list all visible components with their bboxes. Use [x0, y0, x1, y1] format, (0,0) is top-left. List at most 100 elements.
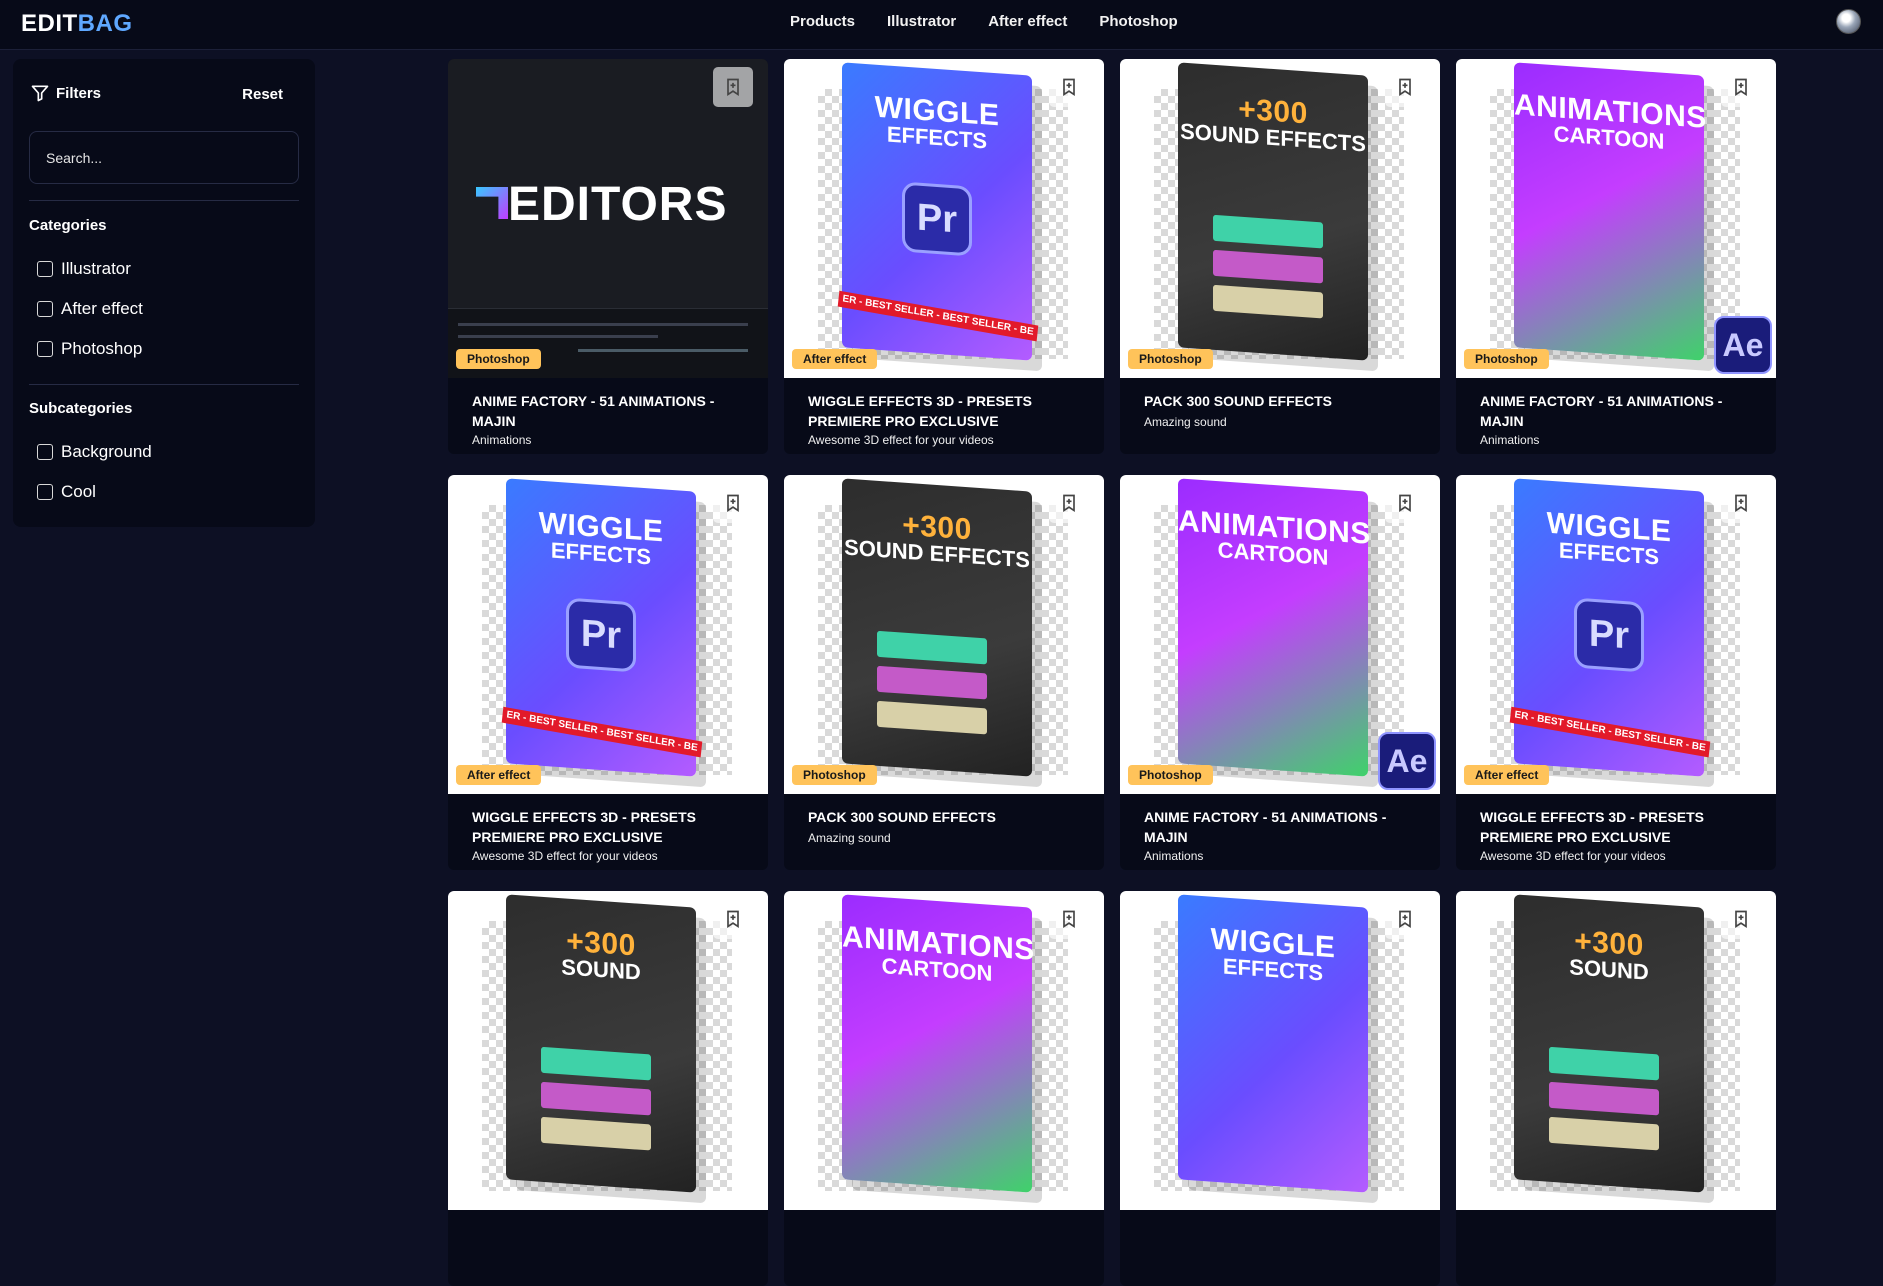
best-seller-ribbon: ER - BEST SELLER - BEST SELLER - BE: [837, 290, 1039, 342]
product-box-art: WIGGLE EFFECTS Pr ER - BEST SELLER - BEST …: [1509, 478, 1711, 777]
product-card[interactable]: ANIMATIONS CARTOON Ae Photoshop ANIME FAC…: [1456, 59, 1776, 454]
checkbox[interactable]: [37, 444, 53, 460]
bookmark-icon: [727, 910, 739, 929]
product-subtitle: Amazing sound: [808, 831, 891, 845]
categories-title: Categories: [29, 217, 107, 234]
checkbox-label: Background: [61, 442, 152, 461]
search-input[interactable]: [29, 131, 299, 184]
bookmark-button[interactable]: [1385, 67, 1425, 107]
bookmark-button[interactable]: [1049, 483, 1089, 523]
checkbox[interactable]: [37, 484, 53, 500]
product-box-art: ANIMATIONS CARTOON: [842, 894, 1035, 1193]
waveform-icon: [1549, 1081, 1659, 1116]
filters-sidebar: Filters Reset Categories Illustrator Aft…: [13, 59, 315, 527]
product-box-art: WIGGLE EFFECTS: [1178, 894, 1368, 1193]
product-title[interactable]: ANIME FACTORY - 51 ANIMATIONS - MAJIN: [1480, 391, 1752, 431]
product-card[interactable]: WIGGLE EFFECTS Pr ER - BEST SELLER - BEST …: [1456, 475, 1776, 870]
bookmark-button[interactable]: [1385, 483, 1425, 523]
bookmark-button[interactable]: [1721, 899, 1761, 939]
product-card[interactable]: WIGGLE EFFECTS: [1120, 891, 1440, 1286]
nav-after-effect[interactable]: After effect: [988, 13, 1067, 30]
nav-products[interactable]: Products: [790, 13, 855, 30]
product-card[interactable]: +300 SOUND: [448, 891, 768, 1286]
top-bar: EDITBAG Products Illustrator After effec…: [0, 0, 1883, 50]
bookmark-icon: [1735, 494, 1747, 513]
thumbnail-text: EDITORS: [508, 178, 728, 231]
product-card[interactable]: ANIMATIONS CARTOON: [784, 891, 1104, 1286]
product-title[interactable]: WIGGLE EFFECTS 3D - PRESETS PREMIERE PRO…: [472, 807, 744, 847]
category-tag: Photoshop: [1128, 765, 1213, 785]
product-card[interactable]: WIGGLE EFFECTS Pr ER - BEST SELLER - BEST …: [784, 59, 1104, 454]
after-effects-icon: Ae: [1714, 316, 1772, 374]
bookmark-icon: [1399, 910, 1411, 929]
product-card[interactable]: +300 SOUND EFFECTS Photoshop PACK 300 SOU…: [1120, 59, 1440, 454]
checkbox[interactable]: [37, 261, 53, 277]
arrow-logo-icon: [476, 187, 508, 219]
category-tag: Photoshop: [456, 349, 541, 369]
product-title[interactable]: WIGGLE EFFECTS 3D - PRESETS PREMIERE PRO…: [1480, 807, 1752, 847]
product-title[interactable]: PACK 300 SOUND EFFECTS: [808, 807, 1080, 827]
checkbox-label: Photoshop: [61, 339, 143, 358]
nav-photoshop[interactable]: Photoshop: [1099, 13, 1177, 30]
checkbox[interactable]: [37, 301, 53, 317]
checkbox-label: Cool: [61, 482, 96, 501]
main-nav: Products Illustrator After effect Photos…: [790, 13, 1178, 30]
product-subtitle: Animations: [472, 433, 532, 447]
product-box-art: ANIMATIONS CARTOON: [1178, 478, 1371, 777]
reset-button[interactable]: Reset: [242, 86, 283, 103]
bookmark-icon: [1735, 910, 1747, 929]
bookmark-icon: [727, 494, 739, 513]
bookmark-icon: [727, 78, 739, 97]
product-subtitle: Awesome 3D effect for your videos: [1480, 849, 1666, 863]
best-seller-ribbon: ER - BEST SELLER - BEST SELLER - BE: [501, 706, 703, 758]
premiere-pro-icon: Pr: [566, 597, 636, 673]
bookmark-button[interactable]: [1385, 899, 1425, 939]
category-photoshop[interactable]: Photoshop: [37, 339, 142, 359]
product-title[interactable]: ANIME FACTORY - 51 ANIMATIONS - MAJIN: [1144, 807, 1416, 847]
waveform-icon: [877, 700, 987, 735]
product-card[interactable]: ANIMATIONS CARTOON Ae Photoshop ANIME FAC…: [1120, 475, 1440, 870]
bookmark-icon: [1063, 78, 1075, 97]
bookmark-button[interactable]: [1721, 483, 1761, 523]
waveform-icon: [877, 630, 987, 665]
product-card[interactable]: +300 SOUND: [1456, 891, 1776, 1286]
divider: [29, 384, 299, 385]
product-title[interactable]: WIGGLE EFFECTS 3D - PRESETS PREMIERE PRO…: [808, 391, 1080, 431]
checkbox[interactable]: [37, 341, 53, 357]
subcategory-background[interactable]: Background: [37, 442, 152, 462]
category-tag: After effect: [792, 349, 878, 369]
product-box-art: WIGGLE EFFECTS Pr ER - BEST SELLER - BEST …: [501, 478, 703, 777]
product-card[interactable]: WIGGLE EFFECTS Pr ER - BEST SELLER - BEST …: [448, 475, 768, 870]
category-tag: Photoshop: [1464, 349, 1549, 369]
bookmark-button[interactable]: [1049, 899, 1089, 939]
category-after-effect[interactable]: After effect: [37, 299, 143, 319]
product-subtitle: Animations: [1144, 849, 1204, 863]
bookmark-button[interactable]: [713, 899, 753, 939]
avatar[interactable]: [1836, 9, 1861, 34]
product-subtitle: Awesome 3D effect for your videos: [808, 433, 994, 447]
product-title[interactable]: ANIME FACTORY - 51 ANIMATIONS - MAJIN: [472, 391, 744, 431]
nav-illustrator[interactable]: Illustrator: [887, 13, 956, 30]
checkbox-label: After effect: [61, 299, 143, 318]
bookmark-button[interactable]: [713, 67, 753, 107]
bookmark-button[interactable]: [1721, 67, 1761, 107]
product-subtitle: Awesome 3D effect for your videos: [472, 849, 658, 863]
subcategory-cool[interactable]: Cool: [37, 482, 96, 502]
product-title[interactable]: PACK 300 SOUND EFFECTS: [1144, 391, 1416, 411]
bookmark-button[interactable]: [1049, 67, 1089, 107]
product-box-art: WIGGLE EFFECTS Pr ER - BEST SELLER - BEST …: [837, 62, 1039, 361]
product-card[interactable]: EDITORS Photoshop ANIME FACTORY - 51 ANIM…: [448, 59, 768, 454]
category-tag: Photoshop: [1128, 349, 1213, 369]
after-effects-icon: Ae: [1378, 732, 1436, 790]
logo[interactable]: EDITBAG: [21, 10, 133, 38]
category-tag: Photoshop: [792, 765, 877, 785]
best-seller-ribbon: ER - BEST SELLER - BEST SELLER - BE: [1509, 706, 1711, 758]
waveform-icon: [1213, 214, 1323, 249]
filter-icon: [31, 85, 49, 102]
subcategories-title: Subcategories: [29, 400, 133, 417]
bookmark-button[interactable]: [713, 483, 753, 523]
category-illustrator[interactable]: Illustrator: [37, 259, 131, 279]
waveform-icon: [1549, 1116, 1659, 1151]
product-card[interactable]: +300 SOUND EFFECTS Photoshop PACK 300 SOU…: [784, 475, 1104, 870]
filters-label: Filters: [56, 84, 102, 102]
